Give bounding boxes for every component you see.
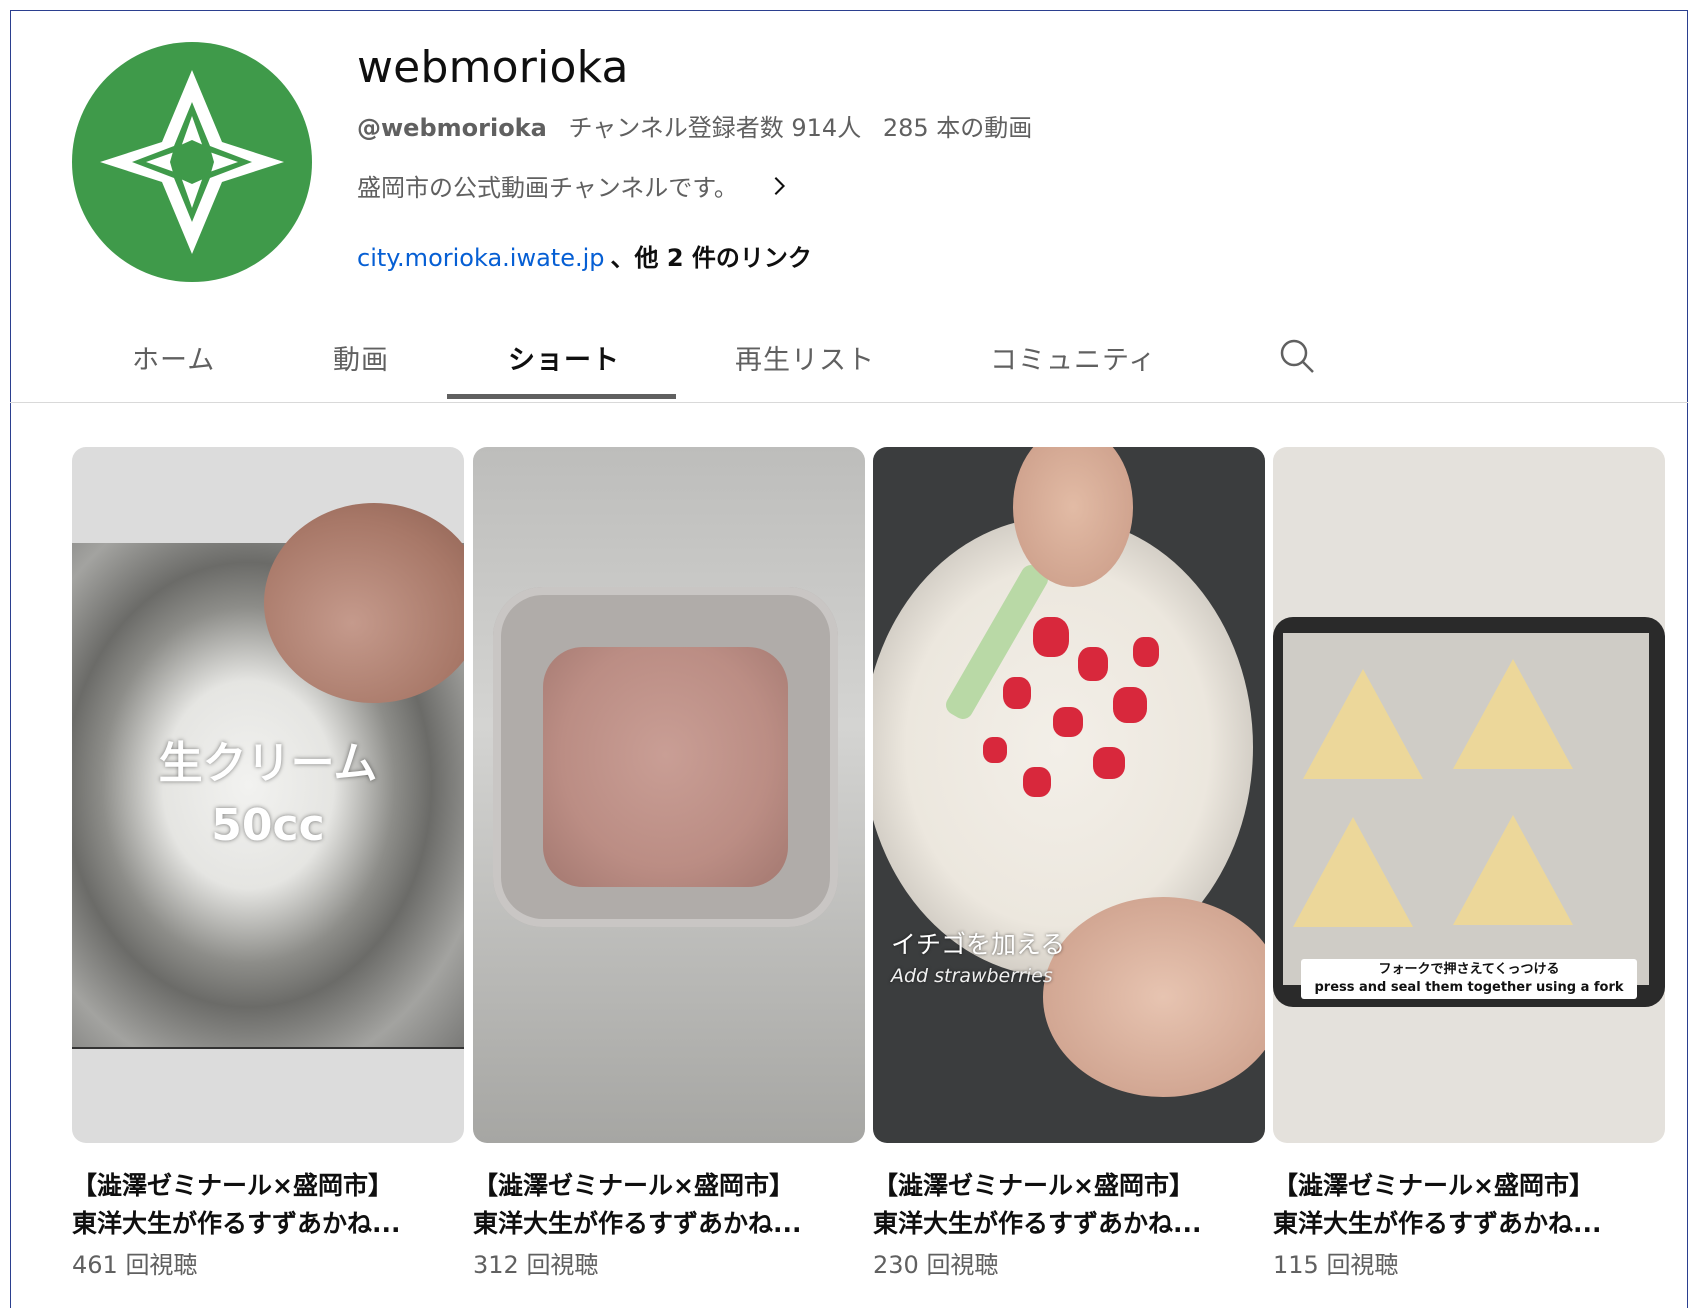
- short-title[interactable]: 【澁澤ゼミナール×盛岡市】 東洋大生が作るすずあかね...: [72, 1167, 464, 1243]
- short-title[interactable]: 【澁澤ゼミナール×盛岡市】 東洋大生が作るすずあかね...: [873, 1167, 1265, 1243]
- thumbnail-image: 生クリーム 50cc: [72, 503, 464, 1049]
- thumbnail-overlay-text: イチゴを加える: [891, 930, 1066, 959]
- thumbnail-overlay-subtext: Add strawberries: [891, 965, 1053, 987]
- more-links[interactable]: 、他 2 件のリンク: [611, 244, 812, 272]
- description-text: 盛岡市の公式動画チャンネルです。: [357, 174, 738, 202]
- short-thumbnail[interactable]: フォークで押さえてくっつける press and seal them toget…: [1273, 447, 1665, 1143]
- channel-name: webmorioka: [357, 42, 629, 93]
- view-count: 312 回視聴: [473, 1251, 599, 1279]
- tab-playlists[interactable]: 再生リスト: [735, 338, 875, 377]
- tab-videos[interactable]: 動画: [333, 338, 389, 377]
- channel-avatar[interactable]: [72, 42, 312, 282]
- search-icon[interactable]: [1277, 336, 1317, 376]
- thumbnail-overlay-text: フォークで押さえてくっつける press and seal them toget…: [1301, 959, 1637, 999]
- short-title[interactable]: 【澁澤ゼミナール×盛岡市】 東洋大生が作るすずあかね...: [1273, 1167, 1665, 1243]
- thumbnail-overlay-text: 生クリーム 50cc: [158, 738, 378, 851]
- city-emblem-icon: [100, 70, 284, 254]
- short-thumbnail[interactable]: [473, 447, 865, 1143]
- video-count: 285 本の動画: [882, 114, 1033, 142]
- short-thumbnail[interactable]: 生クリーム 50cc: [72, 447, 464, 1143]
- channel-description[interactable]: 盛岡市の公式動画チャンネルです。: [357, 168, 790, 203]
- short-card[interactable]: フォークで押さえてくっつける press and seal them toget…: [1273, 447, 1665, 1280]
- chevron-right-icon[interactable]: [768, 175, 790, 197]
- active-tab-indicator: [447, 394, 676, 399]
- tab-home[interactable]: ホーム: [132, 338, 215, 377]
- short-card[interactable]: イチゴを加える Add strawberries 【澁澤ゼミナール×盛岡市】 東…: [873, 447, 1265, 1280]
- short-card[interactable]: 生クリーム 50cc 【澁澤ゼミナール×盛岡市】 東洋大生が作るすずあかね...…: [72, 447, 464, 1280]
- channel-tabs: ホーム 動画 ショート 再生リスト コミュニティ: [10, 320, 1688, 403]
- tab-community[interactable]: コミュニティ: [990, 338, 1156, 377]
- view-count: 230 回視聴: [873, 1251, 999, 1279]
- channel-link[interactable]: city.morioka.iwate.jp: [357, 244, 605, 272]
- tab-shorts[interactable]: ショート: [508, 338, 620, 377]
- channel-links: city.morioka.iwate.jp 、他 2 件のリンク: [357, 238, 812, 273]
- subscriber-count: チャンネル登録者数 914人: [568, 114, 862, 142]
- short-title[interactable]: 【澁澤ゼミナール×盛岡市】 東洋大生が作るすずあかね...: [473, 1167, 865, 1243]
- channel-handle: @webmorioka: [357, 114, 547, 142]
- channel-meta: @webmorioka チャンネル登録者数 914人 285 本の動画: [357, 108, 1046, 143]
- short-card[interactable]: 【澁澤ゼミナール×盛岡市】 東洋大生が作るすずあかね... 312 回視聴: [473, 447, 865, 1280]
- short-thumbnail[interactable]: イチゴを加える Add strawberries: [873, 447, 1265, 1143]
- view-count: 461 回視聴: [72, 1251, 198, 1279]
- view-count: 115 回視聴: [1273, 1251, 1399, 1279]
